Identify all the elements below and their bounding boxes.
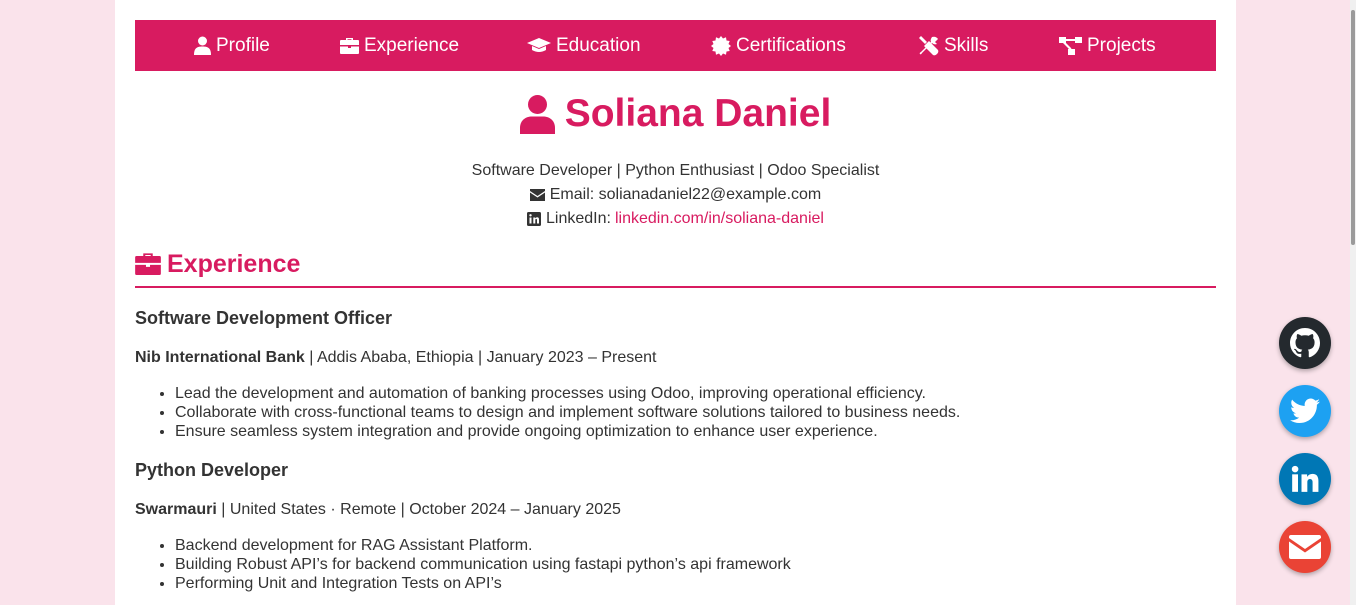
certificate-icon: [711, 35, 731, 56]
linkedin-link[interactable]: linkedin.com/in/soliana-daniel: [615, 210, 824, 228]
briefcase-icon: [135, 253, 161, 275]
job-responsibilities: Backend development for RAG Assistant Pl…: [135, 536, 791, 593]
job-responsibilities: Lead the development and automation of b…: [135, 384, 960, 441]
nav-item-experience[interactable]: Experience: [340, 20, 459, 71]
page-title: Soliana Daniel: [115, 92, 1236, 136]
job-title: Software Development Officer: [135, 308, 393, 328]
nav-item-label: Projects: [1087, 34, 1156, 56]
email-text: Email: solianadaniel22@example.com: [549, 186, 822, 203]
experience-section-title: Experience: [135, 250, 1216, 288]
nav-item-label: Skills: [944, 34, 989, 56]
list-item: Ensure seamless system integration and p…: [175, 422, 960, 441]
job-meta: Swarmauri | United States · Remote | Oct…: [135, 501, 621, 519]
job-details: | United States · Remote | October 2024 …: [216, 501, 621, 518]
envelope-icon: [1289, 535, 1321, 559]
list-item: Backend development for RAG Assistant Pl…: [175, 536, 791, 555]
list-item: Collaborate with cross-functional teams …: [175, 403, 960, 422]
user-icon: [519, 94, 555, 134]
nav-item-profile[interactable]: Profile: [194, 20, 270, 71]
twitter-button[interactable]: [1279, 385, 1331, 437]
user-icon: [194, 36, 211, 55]
linkedin-button[interactable]: [1279, 453, 1331, 505]
nav-item-education[interactable]: Education: [527, 20, 641, 71]
linkedin-square-icon: [527, 212, 542, 226]
tagline: Software Developer | Python Enthusiast |…: [115, 162, 1236, 180]
email-line: Email: solianadaniel22@example.com: [115, 186, 1236, 204]
nav-item-label: Experience: [364, 34, 460, 56]
project-diagram-icon: [1059, 36, 1082, 55]
email-button[interactable]: [1279, 521, 1331, 573]
twitter-icon: [1290, 398, 1320, 423]
list-item: Performing Unit and Integration Tests on…: [175, 574, 791, 593]
envelope-icon: [529, 189, 545, 201]
scrollbar[interactable]: [1350, 0, 1356, 605]
nav-item-skills[interactable]: Skills: [919, 20, 988, 71]
job-meta: Nib International Bank | Addis Ababa, Et…: [135, 349, 656, 367]
section-title-text: Experience: [167, 250, 301, 278]
scrollbar-thumb[interactable]: [1351, 10, 1355, 245]
company-name: Swarmauri: [135, 501, 217, 518]
nav-item-label: Certifications: [736, 34, 846, 56]
profile-name: Soliana Daniel: [564, 92, 832, 135]
list-item: Lead the development and automation of b…: [175, 384, 960, 403]
tagline-text: Software Developer | Python Enthusiast |…: [471, 162, 880, 179]
linkedin-line: LinkedIn: linkedin.com/in/soliana-daniel: [115, 210, 1236, 228]
nav-item-certifications[interactable]: Certifications: [711, 20, 846, 71]
top-navigation: Profile Experience Education Certificati…: [135, 20, 1216, 71]
nav-item-label: Profile: [216, 34, 270, 56]
job-details: | Addis Ababa, Ethiopia | January 2023 –…: [304, 349, 657, 366]
tools-icon: [919, 35, 939, 55]
nav-item-projects[interactable]: Projects: [1059, 20, 1156, 71]
company-name: Nib International Bank: [135, 349, 305, 366]
resume-page: Profile Experience Education Certificati…: [115, 0, 1236, 605]
list-item: Building Robust API’s for backend commun…: [175, 555, 791, 574]
github-button[interactable]: [1279, 317, 1331, 369]
linkedin-icon: [1291, 465, 1319, 492]
briefcase-icon: [340, 38, 359, 54]
linkedin-label: LinkedIn:: [546, 210, 611, 227]
github-icon: [1290, 328, 1320, 358]
nav-item-label: Education: [556, 34, 641, 56]
graduation-cap-icon: [527, 38, 551, 52]
job-title: Python Developer: [135, 460, 289, 480]
